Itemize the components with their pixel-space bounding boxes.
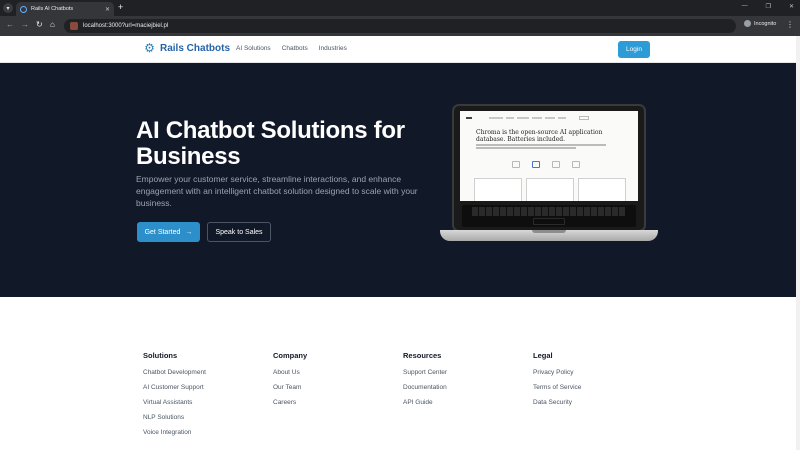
brand-logo[interactable]: ⚙ Rails Chatbots	[143, 42, 230, 55]
screen-nav-bar	[466, 115, 632, 121]
nav-link-industries[interactable]: Industries	[319, 45, 347, 52]
address-bar[interactable]: localhost:3000?url=maciejbiel.pl	[64, 19, 736, 33]
footer-link[interactable]: Virtual Assistants	[143, 399, 206, 414]
footer-heading: Company	[273, 351, 308, 360]
screen-cards	[474, 178, 626, 201]
footer-link[interactable]: About Us	[273, 369, 307, 384]
footer-heading: Solutions	[143, 351, 178, 360]
main-nav: AI Solutions Chatbots Industries	[236, 45, 347, 52]
login-button[interactable]: Login	[618, 41, 650, 58]
incognito-indicator[interactable]: Incognito	[744, 20, 776, 27]
nav-link-chatbots[interactable]: Chatbots	[282, 45, 308, 52]
screen-subtext	[476, 144, 626, 149]
footer-link[interactable]: Documentation	[403, 384, 447, 399]
home-icon[interactable]: ⌂	[50, 20, 55, 29]
site-footer: Solutions Chatbot Development AI Custome…	[0, 297, 800, 450]
new-tab-icon[interactable]: +	[118, 2, 123, 12]
footer-link[interactable]: Support Center	[403, 369, 447, 384]
speak-to-sales-button[interactable]: Speak to Sales	[207, 222, 271, 242]
close-window-icon[interactable]: ✕	[789, 3, 794, 10]
close-tab-icon[interactable]: ✕	[105, 6, 110, 13]
laptop-illustration: Chroma is the open-source AI application…	[440, 104, 658, 254]
footer-column-resources: Resources Support Center Documentation A…	[403, 351, 447, 414]
footer-link[interactable]: Chatbot Development	[143, 369, 206, 384]
hero-section: AI Chatbot Solutions for Business Empowe…	[0, 63, 800, 297]
arrow-right-icon: →	[185, 228, 193, 236]
browser-tab-bar: ▾ Rails AI Chatbots ✕ + — ❐ ✕	[0, 0, 800, 16]
get-started-label: Get Started	[144, 228, 181, 236]
site-header: ⚙ Rails Chatbots AI Solutions Chatbots I…	[0, 36, 800, 63]
restore-icon[interactable]: ❐	[766, 3, 771, 10]
page-scrollbar[interactable]	[796, 36, 800, 450]
screen-headline: Chroma is the open-source AI application…	[476, 129, 603, 143]
nav-link-ai-solutions[interactable]: AI Solutions	[236, 45, 271, 52]
window-controls: — ❐ ✕	[742, 3, 794, 10]
brand-name: Rails Chatbots	[160, 43, 231, 54]
url-text: localhost:3000?url=maciejbiel.pl	[83, 23, 169, 29]
hero-title: AI Chatbot Solutions for Business	[136, 117, 405, 170]
footer-link[interactable]: API Guide	[403, 399, 447, 414]
footer-column-company: Company About Us Our Team Careers	[273, 351, 307, 414]
laptop-keyboard	[462, 205, 636, 227]
tab-title: Rails AI Chatbots	[31, 6, 74, 12]
minimize-icon[interactable]: —	[742, 3, 748, 10]
footer-link[interactable]: Our Team	[273, 384, 307, 399]
site-info-icon[interactable]	[70, 22, 78, 30]
hero-description: Empower your customer service, streamlin…	[136, 174, 418, 208]
forward-icon[interactable]: →	[21, 20, 29, 29]
footer-link[interactable]: AI Customer Support	[143, 384, 206, 399]
incognito-label: Incognito	[754, 20, 777, 27]
footer-heading: Legal	[533, 351, 553, 360]
favicon-icon	[20, 5, 27, 13]
back-icon[interactable]: ←	[6, 20, 14, 29]
footer-link[interactable]: Data Security	[533, 399, 581, 414]
footer-link[interactable]: Terms of Service	[533, 384, 581, 399]
browser-menu-icon[interactable]: ⋮	[786, 20, 794, 29]
get-started-button[interactable]: Get Started →	[137, 222, 200, 242]
laptop-lid: Chroma is the open-source AI application…	[452, 104, 646, 232]
footer-link[interactable]: Careers	[273, 399, 307, 414]
incognito-icon	[744, 20, 751, 27]
footer-column-solutions: Solutions Chatbot Development AI Custome…	[143, 351, 206, 444]
screen-feature-icons	[512, 161, 580, 168]
footer-link[interactable]: Privacy Policy	[533, 369, 581, 384]
footer-heading: Resources	[403, 351, 442, 360]
footer-column-legal: Legal Privacy Policy Terms of Service Da…	[533, 351, 581, 414]
footer-link[interactable]: NLP Solutions	[143, 414, 206, 429]
footer-link[interactable]: Voice Integration	[143, 429, 206, 444]
laptop-trackpad	[533, 218, 565, 225]
tab-search-button[interactable]: ▾	[3, 3, 13, 13]
browser-tab[interactable]: Rails AI Chatbots ✕	[16, 2, 114, 16]
reload-icon[interactable]: ↻	[36, 20, 43, 29]
gear-logo-icon: ⚙	[144, 41, 155, 55]
laptop-screen: Chroma is the open-source AI application…	[460, 111, 638, 201]
browser-toolbar: ← → ↻ ⌂ localhost:3000?url=maciejbiel.pl…	[0, 16, 800, 36]
